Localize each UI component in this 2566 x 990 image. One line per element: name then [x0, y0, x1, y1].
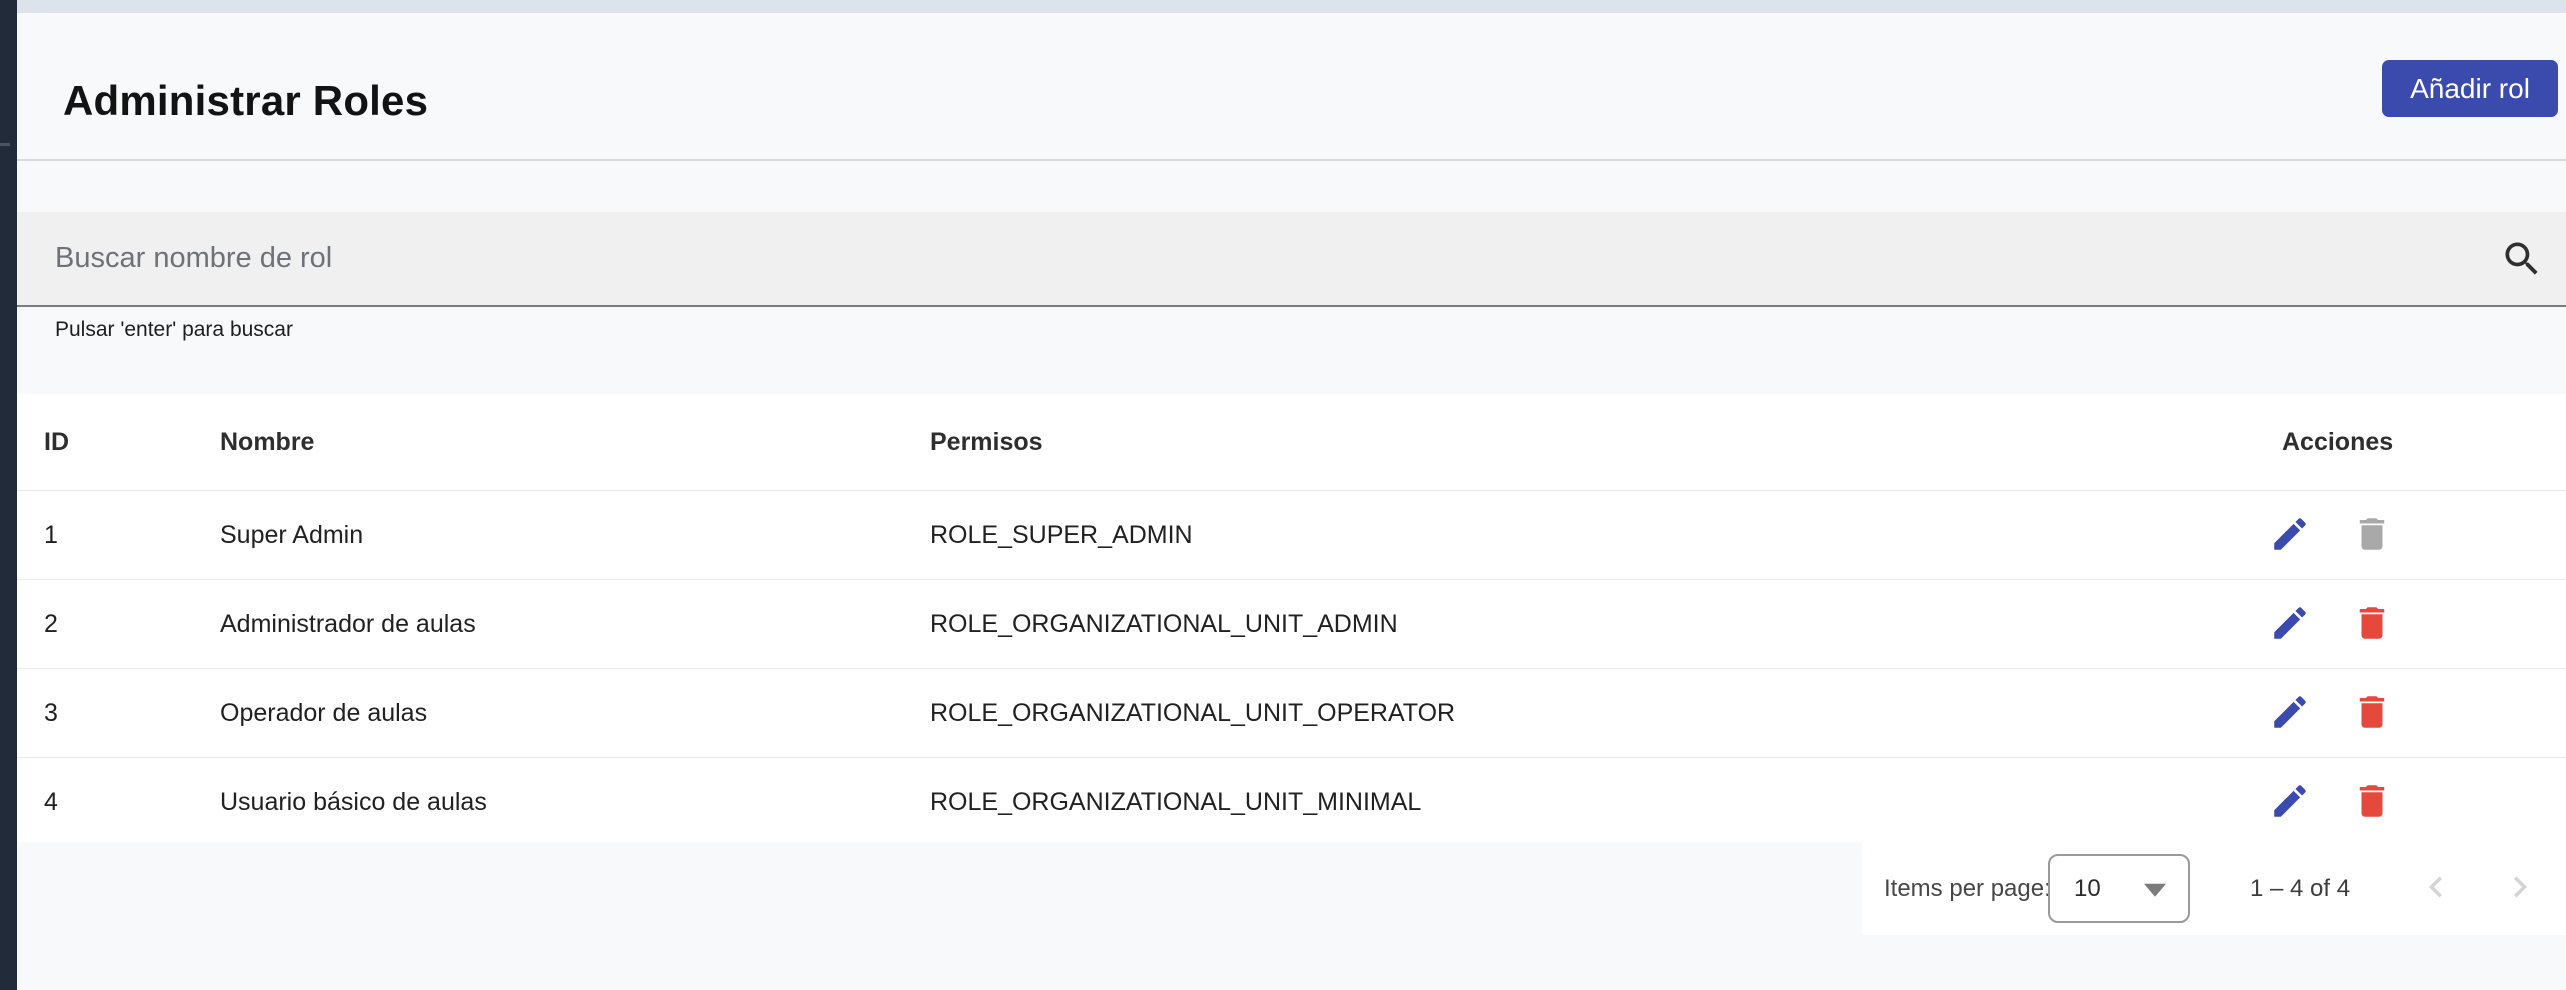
paginator: Items per page: 10 1 – 4 of 4 [1862, 842, 2566, 935]
table-row: 1 Super Admin ROLE_SUPER_ADMIN [17, 491, 2566, 580]
pencil-edit-icon [2269, 602, 2311, 647]
cell-name: Administrador de aulas [220, 609, 476, 638]
trash-icon [2351, 691, 2393, 736]
page-title: Administrar Roles [63, 77, 429, 125]
sidebar-divider-dash [0, 143, 10, 146]
table-row: 2 Administrador de aulas ROLE_ORGANIZATI… [17, 580, 2566, 669]
pencil-edit-icon [2269, 691, 2311, 736]
cell-name: Operador de aulas [220, 698, 428, 727]
items-per-page-label: Items per page: [1884, 874, 2051, 902]
top-app-strip [17, 0, 2566, 13]
page-size-select[interactable]: 10 [2048, 854, 2190, 923]
chevron-left-icon [2415, 866, 2457, 911]
paginator-range-label: 1 – 4 of 4 [2250, 874, 2351, 902]
edit-button[interactable] [2266, 600, 2314, 648]
search-icon[interactable] [2500, 237, 2544, 281]
table-row: 4 Usuario básico de aulas ROLE_ORGANIZAT… [17, 758, 2566, 846]
column-header-id: ID [44, 427, 69, 456]
delete-button[interactable] [2348, 778, 2396, 826]
cell-permissions: ROLE_ORGANIZATIONAL_UNIT_MINIMAL [930, 787, 1422, 816]
column-header-permissions: Permisos [930, 427, 1043, 456]
add-role-button[interactable]: Añadir rol [2382, 60, 2558, 117]
cell-id: 3 [44, 698, 58, 727]
cell-permissions: ROLE_SUPER_ADMIN [930, 520, 1193, 549]
delete-button[interactable] [2348, 689, 2396, 737]
search-field[interactable] [17, 212, 2566, 307]
cell-id: 4 [44, 787, 58, 816]
next-page-button [2496, 865, 2544, 913]
trash-icon [2351, 602, 2393, 647]
pencil-edit-icon [2269, 513, 2311, 558]
search-input[interactable] [17, 212, 2566, 305]
delete-button[interactable] [2348, 600, 2396, 648]
cell-id: 1 [44, 520, 58, 549]
footer-strip: Items per page: 10 1 – 4 of 4 [17, 842, 2566, 990]
table-header-row: ID Nombre Permisos Acciones [17, 394, 2566, 491]
edit-button[interactable] [2266, 511, 2314, 559]
edit-button[interactable] [2266, 689, 2314, 737]
cell-name: Usuario básico de aulas [220, 787, 487, 816]
page-size-value: 10 [2074, 874, 2101, 902]
previous-page-button [2412, 865, 2460, 913]
pencil-edit-icon [2269, 780, 2311, 825]
header-divider [17, 159, 2566, 161]
search-hint: Pulsar 'enter' para buscar [55, 318, 293, 341]
collapsed-sidebar [0, 0, 17, 990]
cell-permissions: ROLE_ORGANIZATIONAL_UNIT_ADMIN [930, 609, 1398, 638]
caret-down-icon [2144, 883, 2166, 897]
roles-table: ID Nombre Permisos Acciones 1 Super Admi… [17, 394, 2566, 846]
table-row: 3 Operador de aulas ROLE_ORGANIZATIONAL_… [17, 669, 2566, 758]
trash-icon [2351, 513, 2393, 558]
cell-name: Super Admin [220, 520, 364, 549]
chevron-right-icon [2499, 866, 2541, 911]
column-header-name: Nombre [220, 427, 315, 456]
trash-icon [2351, 780, 2393, 825]
edit-button[interactable] [2266, 778, 2314, 826]
cell-id: 2 [44, 609, 58, 638]
column-header-actions: Acciones [2282, 427, 2394, 456]
delete-button [2348, 511, 2396, 559]
cell-permissions: ROLE_ORGANIZATIONAL_UNIT_OPERATOR [930, 698, 1456, 727]
